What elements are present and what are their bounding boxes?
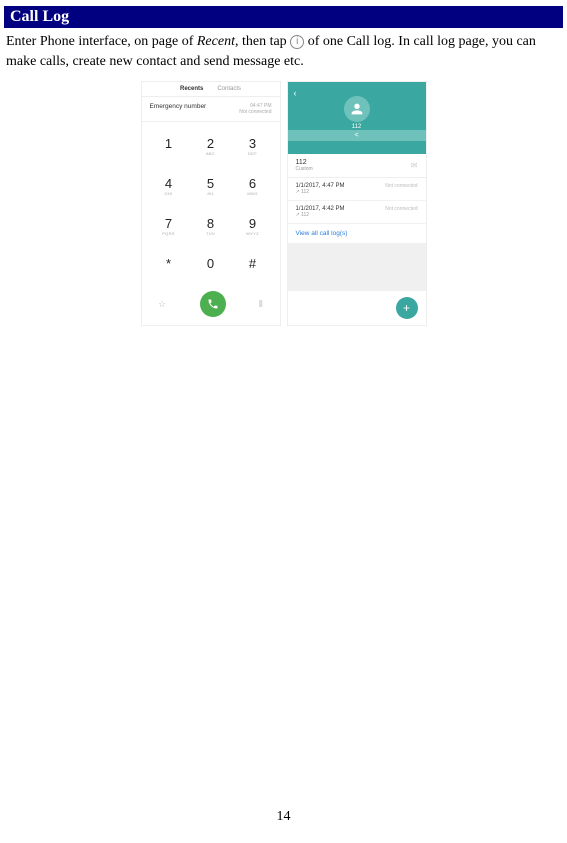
key-6[interactable]: 6MNO: [232, 170, 274, 210]
back-icon[interactable]: ‹: [294, 88, 297, 98]
log-row-1[interactable]: 1/1/2017, 4:47 PM ↗ 112 Not connected: [288, 178, 426, 201]
key-star[interactable]: *: [148, 250, 190, 285]
key-3[interactable]: 3DEF: [232, 130, 274, 170]
favorite-icon[interactable]: ☆: [158, 299, 166, 310]
recent-status: Not connected: [239, 109, 271, 115]
log-sub: ↗ 112: [296, 189, 345, 195]
phone-icon: [207, 298, 219, 310]
person-icon: [349, 101, 365, 117]
info-icon: i: [290, 35, 304, 49]
dialer-screenshot: Recents Contacts Emergency number 04:47 …: [141, 81, 281, 326]
key-4[interactable]: 4GHI: [148, 170, 190, 210]
collapse-dialpad-icon[interactable]: ⦀: [259, 299, 263, 310]
tabs-row: Recents Contacts: [142, 82, 280, 97]
log-status: Not connected: [385, 206, 417, 212]
call-button[interactable]: [200, 291, 226, 317]
dialer-bottom-row: ☆ ⦀: [142, 285, 280, 325]
log-left: 1/1/2017, 4:47 PM ↗ 112: [296, 183, 345, 195]
spacer: [288, 243, 426, 291]
contact-bar[interactable]: 112 Custom ✉: [288, 154, 426, 178]
log-sub: ↗ 112: [296, 212, 345, 218]
fab-row: +: [288, 291, 426, 325]
contact-number: 112: [296, 159, 313, 166]
key-5[interactable]: 5JKL: [190, 170, 232, 210]
key-0[interactable]: 0: [190, 250, 232, 285]
tab-contacts[interactable]: Contacts: [217, 86, 241, 92]
instruction-text: Enter Phone interface, on page of Recent…: [6, 32, 561, 71]
view-all-link[interactable]: View all call log(s): [288, 224, 426, 243]
add-contact-button[interactable]: +: [396, 297, 418, 319]
screenshots-container: Recents Contacts Emergency number 04:47 …: [0, 81, 567, 326]
contact-info: 112 Custom: [296, 159, 313, 172]
key-9[interactable]: 9WXYZ: [232, 210, 274, 250]
call-log-screenshot: ‹ 112 < 112 Custom ✉ 1/1/2017, 4:47 PM ↗…: [287, 81, 427, 326]
share-row[interactable]: <: [288, 130, 426, 141]
message-icon[interactable]: ✉: [411, 161, 418, 170]
instruction-part2: , then tap: [235, 34, 290, 49]
avatar: [344, 96, 370, 122]
page-number: 14: [0, 809, 567, 825]
key-2[interactable]: 2ABC: [190, 130, 232, 170]
section-heading: Call Log: [4, 6, 563, 28]
key-hash[interactable]: #: [232, 250, 274, 285]
log-status: Not connected: [385, 183, 417, 189]
log-left: 1/1/2017, 4:42 PM ↗ 112: [296, 206, 345, 218]
instruction-part1: Enter Phone interface, on page of: [6, 34, 197, 49]
recent-name: Emergency number: [150, 103, 207, 115]
contact-type: Custom: [296, 166, 313, 172]
key-1[interactable]: 1: [148, 130, 190, 170]
key-8[interactable]: 8TUV: [190, 210, 232, 250]
log-row-2[interactable]: 1/1/2017, 4:42 PM ↗ 112 Not connected: [288, 201, 426, 224]
dialpad: 1 2ABC 3DEF 4GHI 5JKL 6MNO 7PQRS 8TUV 9W…: [142, 122, 280, 285]
recent-call-row[interactable]: Emergency number 04:47 PM Not connected: [142, 97, 280, 122]
instruction-recent: Recent: [197, 34, 235, 49]
key-7[interactable]: 7PQRS: [148, 210, 190, 250]
tab-recents[interactable]: Recents: [180, 86, 203, 92]
recent-meta: 04:47 PM Not connected: [239, 103, 271, 115]
contact-header: ‹ 112 <: [288, 82, 426, 154]
